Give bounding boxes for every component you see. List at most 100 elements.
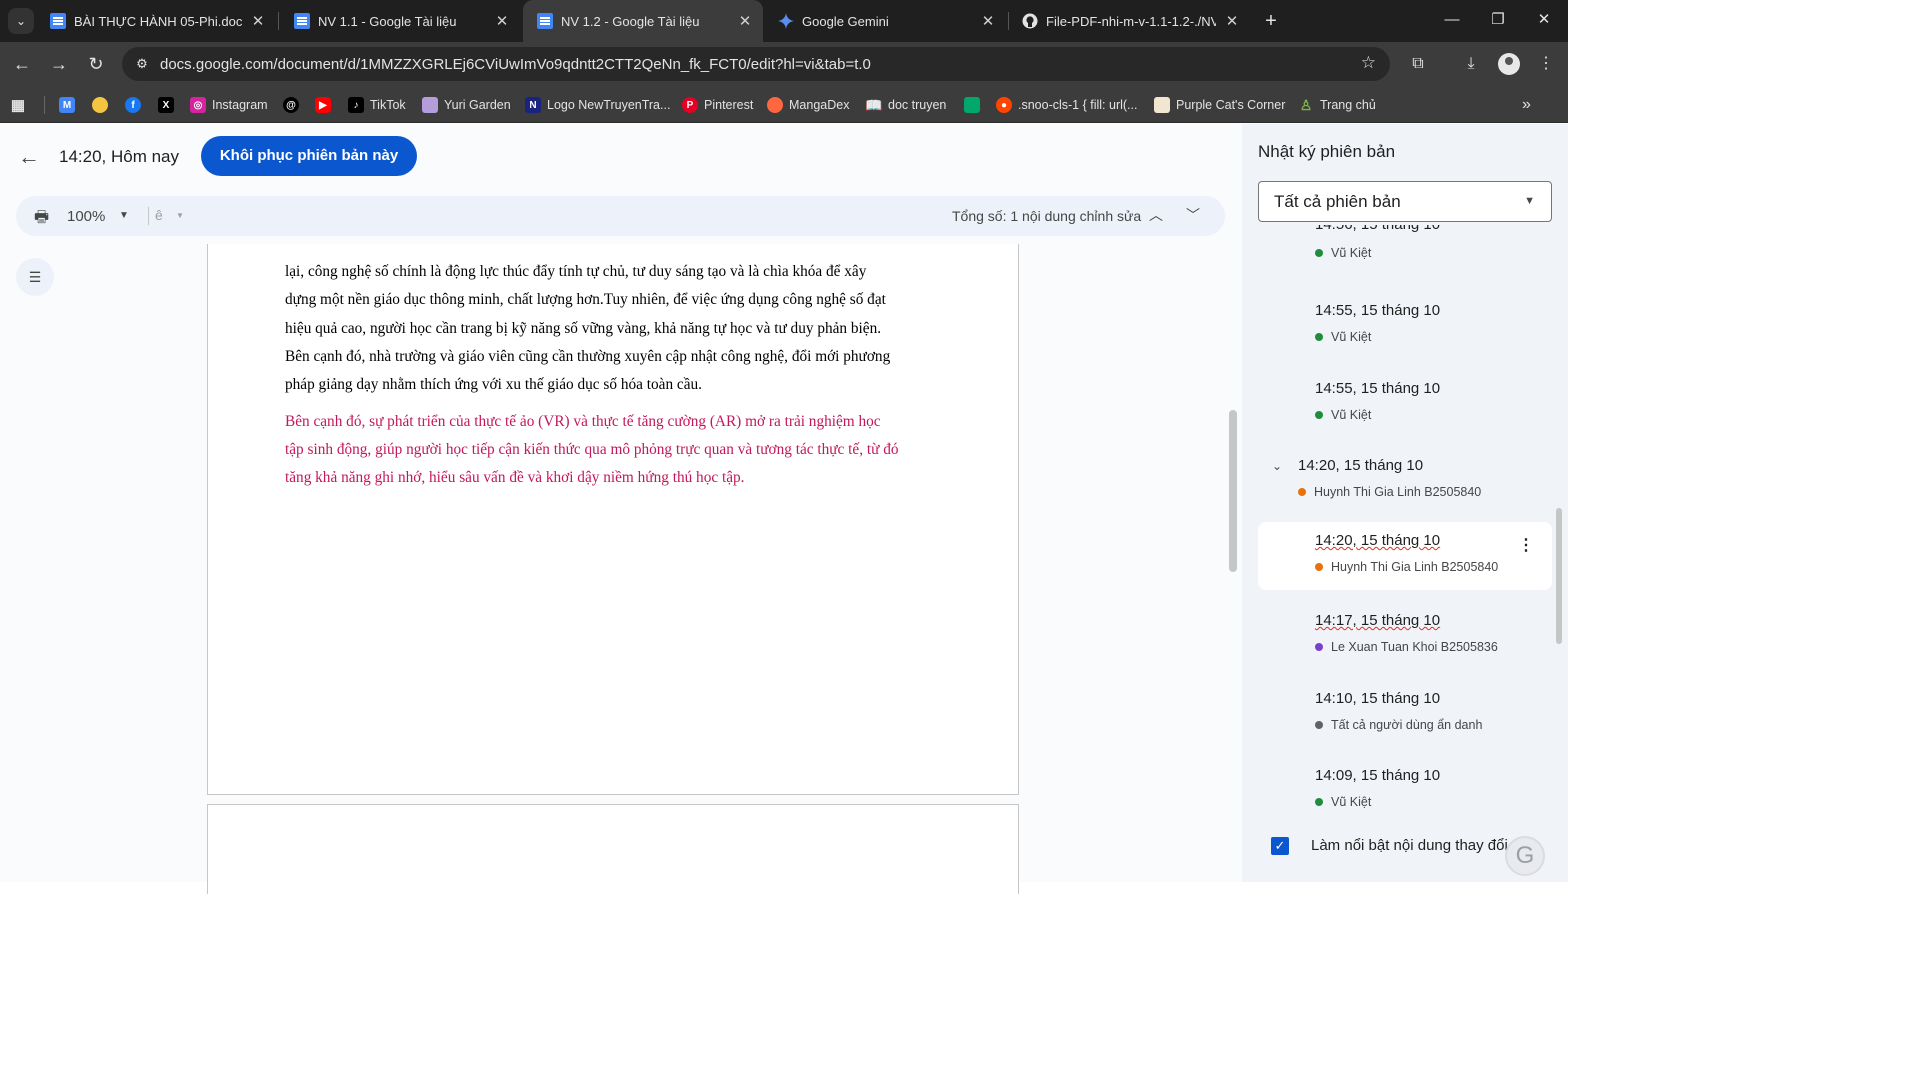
- close-tab-icon[interactable]: ✕: [1224, 12, 1240, 30]
- back-icon[interactable]: ←: [8, 50, 36, 78]
- version-item[interactable]: 14:55, 15 tháng 10 Vũ Kiệt: [1258, 370, 1552, 438]
- minimize-icon[interactable]: —: [1429, 0, 1475, 40]
- zoom-caret-icon[interactable]: ▼: [119, 210, 129, 221]
- next-edit-chevron-down-icon[interactable]: ﹀: [1186, 205, 1200, 225]
- bookmark-purple-cat[interactable]: Purple Cat's Corner: [1154, 94, 1285, 116]
- version-author: Vũ Kiệt: [1315, 246, 1371, 260]
- bookmark-instagram[interactable]: ◎ Instagram: [190, 94, 268, 116]
- new-tab-plus-icon[interactable]: +: [1258, 8, 1284, 34]
- bookmark-trang-chu[interactable]: ♙ Trang chủ: [1298, 94, 1376, 116]
- profile-avatar[interactable]: [1498, 53, 1520, 75]
- close-tab-icon[interactable]: ✕: [250, 12, 266, 30]
- bookmark-gmail[interactable]: M: [59, 94, 81, 116]
- version-item[interactable]: 14:55, 15 tháng 10 Vũ Kiệt: [1258, 292, 1552, 360]
- bookmark-tiktok[interactable]: ♪ TikTok: [348, 94, 406, 116]
- paragraph-highlighted-change: Bên cạnh đó, sự phát triển của thực tế ả…: [285, 408, 945, 493]
- close-tab-icon[interactable]: ✕: [980, 12, 996, 30]
- browser-menu-icon[interactable]: ⋮: [1532, 50, 1560, 78]
- previous-edit-chevron-up-icon[interactable]: ︿: [1149, 205, 1163, 225]
- text-line: Bên cạnh đó, nhà trường và giáo viên cũn…: [285, 347, 891, 365]
- bookmark-newtruyen[interactable]: N Logo NewTruyenTra...: [525, 94, 670, 116]
- green-app-icon: [964, 97, 980, 113]
- forward-icon[interactable]: →: [45, 50, 73, 78]
- circle-app-icon: [92, 97, 108, 113]
- bookmark-star-icon[interactable]: ☆: [1361, 53, 1376, 73]
- restore-version-button[interactable]: Khôi phục phiên bản này: [201, 136, 417, 176]
- close-window-icon[interactable]: ✕: [1521, 0, 1567, 40]
- tab-title: File-PDF-nhi-m-v-1.1-1.2-./NV: [1046, 13, 1216, 29]
- bookmark-mangadex[interactable]: MangaDex: [767, 94, 849, 116]
- input-tools-button[interactable]: ê: [155, 207, 163, 223]
- pinterest-icon: P: [682, 97, 698, 113]
- bookmark-youtube[interactable]: ▶: [315, 94, 337, 116]
- author-name: Vũ Kiệt: [1331, 246, 1372, 260]
- version-time: 14:17, 15 tháng 10: [1315, 612, 1440, 629]
- input-tools-caret-icon[interactable]: ▼: [176, 211, 184, 220]
- author-name: Vũ Kiệt: [1331, 408, 1372, 422]
- version-time-text: 14:17, 15 tháng 10: [1315, 612, 1441, 629]
- author-color-dot: [1315, 333, 1323, 341]
- bookmark-green-app[interactable]: [964, 94, 986, 116]
- version-item-selected[interactable]: 14:20, 15 tháng 10 Huynh Thi Gia Linh B2…: [1258, 522, 1552, 590]
- site-info-icon[interactable]: ⚙: [130, 52, 154, 76]
- tab-bai-thuc-hanh[interactable]: BÀI THỰC HÀNH 05-Phi.docx - ✕: [36, 0, 276, 42]
- document-outline-icon[interactable]: ☰: [16, 258, 54, 296]
- download-icon[interactable]: ⤓: [1457, 50, 1485, 78]
- book-icon: 📖: [865, 96, 883, 113]
- grammarly-g-icon[interactable]: G: [1505, 836, 1545, 876]
- close-tab-icon[interactable]: ✕: [494, 12, 510, 30]
- apps-grid-icon[interactable]: ▦: [10, 94, 32, 116]
- bookmark-pinterest[interactable]: P Pinterest: [682, 94, 753, 116]
- version-item[interactable]: 14:56, 15 tháng 10 Vũ Kiệt: [1258, 214, 1552, 282]
- text-line: pháp giảng dạy nhằm thích ứng với xu thế…: [285, 376, 702, 394]
- bookmark-doc-truyen[interactable]: 📖 doc truyen: [865, 94, 946, 116]
- document-page[interactable]: lại, công nghệ số chính là động lực thúc…: [207, 244, 1019, 795]
- print-icon[interactable]: 🖶: [34, 206, 49, 233]
- author-color-dot: [1315, 798, 1323, 806]
- highlight-changes-checkbox[interactable]: ✓: [1271, 837, 1289, 855]
- bookmark-x[interactable]: X: [158, 94, 180, 116]
- version-group-item[interactable]: ⌄ 14:20, 15 tháng 10 Huynh Thi Gia Linh …: [1258, 447, 1552, 515]
- author-name: Huynh Thi Gia Linh B2505840: [1314, 485, 1482, 499]
- version-item[interactable]: 14:17, 15 tháng 10 Le Xuan Tuan Khoi B25…: [1258, 602, 1552, 670]
- version-item[interactable]: 14:09, 15 tháng 10 Vũ Kiệt: [1258, 757, 1552, 825]
- tab-github-file[interactable]: File-PDF-nhi-m-v-1.1-1.2-./NV ✕: [1008, 0, 1250, 42]
- url-text[interactable]: docs.google.com/document/d/1MMZZXGRLEj6C…: [160, 56, 871, 73]
- history-scrollbar[interactable]: [1556, 508, 1562, 644]
- bookmark-threads[interactable]: @: [283, 94, 305, 116]
- close-tab-icon[interactable]: ✕: [737, 12, 753, 30]
- author-name: Huynh Thi Gia Linh B2505840: [1331, 560, 1499, 574]
- browser-tab-strip: ⌄ BÀI THỰC HÀNH 05-Phi.docx - ✕ NV 1.1 -…: [0, 0, 1568, 42]
- more-bookmarks-icon[interactable]: »: [1522, 94, 1531, 116]
- tab-nv-1-2[interactable]: NV 1.2 - Google Tài liệu ✕: [523, 0, 763, 42]
- document-page-next[interactable]: [207, 804, 1019, 894]
- version-author: Tất cả người dùng ẩn danh: [1315, 718, 1482, 732]
- back-arrow-icon[interactable]: ←: [18, 144, 40, 170]
- restore-window-icon[interactable]: ❐: [1475, 0, 1521, 40]
- bookmark-reddit[interactable]: ● .snoo-cls-1 { fill: url(...: [996, 94, 1137, 116]
- address-bar[interactable]: ⚙ docs.google.com/document/d/1MMZZXGRLEj…: [122, 47, 1390, 81]
- tab-search-chevron-icon[interactable]: ⌄: [8, 8, 34, 34]
- person-icon: ♙: [1299, 96, 1313, 113]
- collapse-chevron-icon[interactable]: ⌄: [1272, 459, 1282, 473]
- version-item[interactable]: 14:10, 15 tháng 10 Tất cả người dùng ẩn …: [1258, 680, 1552, 748]
- zoom-select[interactable]: 100%: [67, 208, 105, 225]
- gmail-icon: M: [59, 97, 75, 113]
- reload-icon[interactable]: ↻: [82, 50, 110, 78]
- version-author: Huynh Thi Gia Linh B2505840: [1315, 560, 1498, 574]
- bookmark-yuri-garden[interactable]: Yuri Garden: [422, 94, 511, 116]
- tab-title: NV 1.2 - Google Tài liệu: [561, 13, 700, 29]
- google-docs-icon: [294, 13, 310, 29]
- bookmark-circle-app[interactable]: [92, 94, 114, 116]
- document-scrollbar[interactable]: [1229, 410, 1237, 572]
- extensions-icon[interactable]: ⧉: [1404, 50, 1432, 78]
- tab-title: BÀI THỰC HÀNH 05-Phi.docx -: [74, 13, 242, 29]
- bookmark-facebook[interactable]: f: [125, 94, 147, 116]
- more-options-icon[interactable]: ⋮: [1518, 535, 1534, 555]
- tab-nv-1-1[interactable]: NV 1.1 - Google Tài liệu ✕: [280, 0, 520, 42]
- author-color-dot: [1315, 721, 1323, 729]
- tab-google-gemini[interactable]: Google Gemini ✕: [764, 0, 1006, 42]
- author-color-dot: [1315, 563, 1323, 571]
- bookmark-label: Instagram: [212, 98, 268, 112]
- author-color-dot: [1298, 488, 1306, 496]
